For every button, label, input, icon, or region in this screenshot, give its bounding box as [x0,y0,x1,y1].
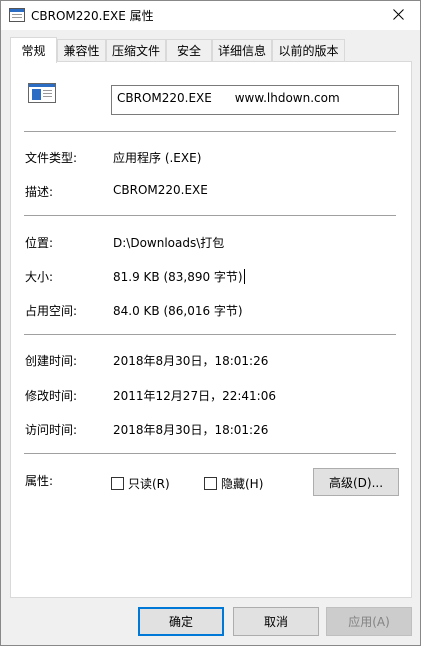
hidden-checkbox[interactable]: 隐藏(H) [204,475,263,492]
size-label: 大小: [25,270,54,284]
created-value: 2018年8月30日，18:01:26 [113,354,269,368]
readonly-label[interactable]: 只读(R) [128,475,170,492]
divider [24,334,396,335]
accessed-value: 2018年8月30日，18:01:26 [113,423,269,437]
readonly-checkbox-box[interactable] [111,477,124,490]
title-bar[interactable]: CBROM220.EXE 属性 [1,1,420,30]
cancel-button[interactable]: 取消 [233,607,319,636]
description-label: 描述: [25,185,54,199]
properties-dialog: CBROM220.EXE 属性 常规 兼容性 压缩文件 安全 详细信息 以前的版… [0,0,421,646]
tab-details[interactable]: 详细信息 [212,39,272,61]
size-value-wrap: 81.9 KB (83,890 字节) [113,268,245,285]
general-tab-panel: CBROM220.EXE www.lhdown.com 文件类型: 应用程序 (… [10,61,412,598]
apply-button[interactable]: 应用(A) [326,607,412,636]
divider [24,215,396,216]
advanced-button[interactable]: 高级(D)... [313,468,399,496]
tab-previous-versions[interactable]: 以前的版本 [272,39,345,61]
location-value: D:\Downloads\打包 [113,236,225,250]
created-label: 创建时间: [25,354,78,368]
size-value: 81.9 KB (83,890 字节) [113,270,243,284]
location-label: 位置: [25,236,54,250]
close-button[interactable] [376,1,420,30]
hidden-checkbox-box[interactable] [204,477,217,490]
application-icon [28,83,56,103]
ok-button[interactable]: 确定 [138,607,224,636]
hidden-label[interactable]: 隐藏(H) [221,475,263,492]
tab-compatibility[interactable]: 兼容性 [57,39,106,61]
size-on-disk-label: 占用空间: [25,304,78,318]
divider [24,131,396,132]
divider [24,453,396,454]
exe-file-icon [9,8,25,22]
tab-general[interactable]: 常规 [10,37,57,63]
modified-label: 修改时间: [25,389,78,403]
modified-value: 2011年12月27日，22:41:06 [113,389,276,403]
text-cursor [243,269,245,284]
file-name-input[interactable]: CBROM220.EXE www.lhdown.com [111,85,399,115]
close-icon [392,8,404,23]
window-title: CBROM220.EXE 属性 [31,9,154,23]
description-value: CBROM220.EXE [113,183,208,197]
accessed-label: 访问时间: [25,423,78,437]
tab-compressed-file[interactable]: 压缩文件 [106,39,166,61]
file-type-label: 文件类型: [25,151,78,165]
tab-security[interactable]: 安全 [166,39,212,61]
attributes-label: 属性: [25,474,54,488]
file-type-value: 应用程序 (.EXE) [113,151,202,165]
size-on-disk-value: 84.0 KB (86,016 字节) [113,304,243,318]
readonly-checkbox[interactable]: 只读(R) [111,475,170,492]
